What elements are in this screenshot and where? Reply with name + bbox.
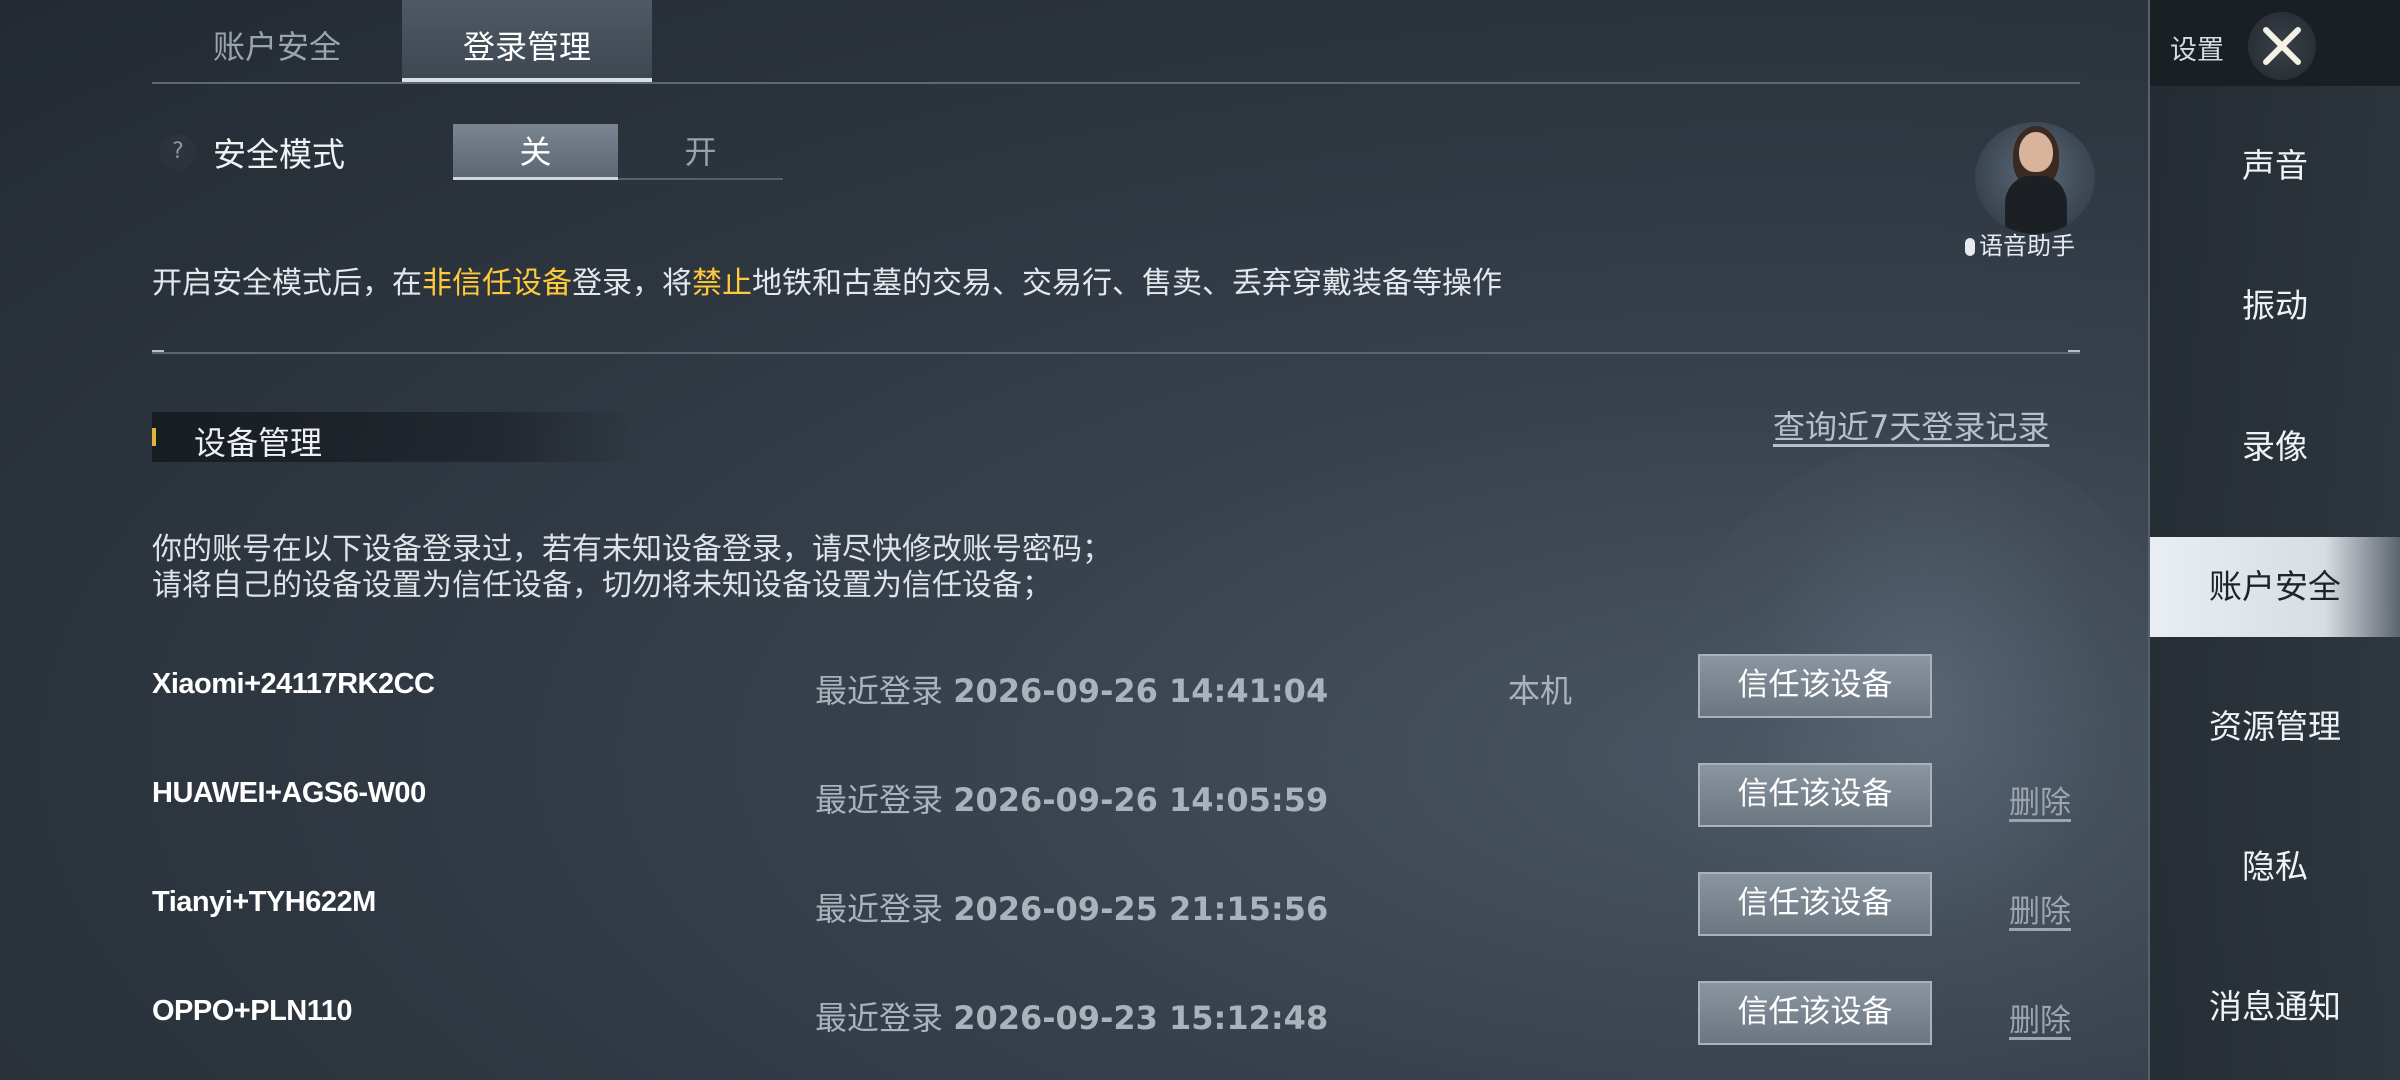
safe-desc-highlight-forbidden: 禁止 bbox=[692, 266, 752, 301]
last-login-label: 最近登录 bbox=[815, 672, 944, 710]
device-management-header: 设备管理 bbox=[152, 412, 642, 462]
avatar-head bbox=[2019, 132, 2053, 172]
sidebar-item-privacy[interactable]: 隐私 bbox=[2150, 817, 2400, 917]
device-row: Tianyi+TYH622M 最近登录 2026-09-25 21:15:56 … bbox=[0, 872, 2100, 942]
query-login-records-link[interactable]: 查询近7天登录记录 bbox=[1773, 402, 2049, 448]
divider-left-cap bbox=[152, 350, 164, 352]
device-name: Tianyi+TYH622M bbox=[152, 886, 376, 918]
device-management-title: 设备管理 bbox=[194, 424, 323, 462]
safe-desc-part3: 地铁和古墓的交易、交易行、售卖、丢弃穿戴装备等操作 bbox=[752, 266, 1502, 301]
voice-assistant-text: 语音助手 bbox=[1979, 232, 2075, 260]
close-button[interactable] bbox=[2248, 12, 2316, 80]
trust-device-button[interactable]: 信任该设备 bbox=[1698, 872, 1932, 936]
header-accent-bar bbox=[152, 428, 156, 446]
safe-desc-part1: 开启安全模式后，在 bbox=[152, 266, 422, 301]
delete-device-link[interactable]: 删除 bbox=[2009, 777, 2071, 822]
delete-device-link[interactable]: 删除 bbox=[2009, 886, 2071, 931]
last-login-label: 最近登录 bbox=[815, 781, 944, 819]
settings-screen: 账户安全 登录管理 ? 安全模式 关 开 开启安全模式后，在非信任设备登录，将禁… bbox=[0, 0, 2400, 1080]
settings-title: 设置 bbox=[2170, 35, 2224, 66]
device-last-login: 最近登录 2026-09-23 15:12:48 bbox=[815, 993, 1328, 1039]
top-tabs: 账户安全 登录管理 bbox=[152, 0, 2080, 84]
device-name: Xiaomi+24117RK2CC bbox=[152, 668, 435, 700]
device-row: Xiaomi+24117RK2CC 最近登录 2026-09-26 14:41:… bbox=[0, 654, 2100, 724]
last-login-time: 2026-09-26 14:05:59 bbox=[953, 781, 1329, 819]
sidebar-item-resource-management[interactable]: 资源管理 bbox=[2150, 677, 2400, 777]
safe-desc-part2: 登录，将 bbox=[572, 266, 692, 301]
device-row: OPPO+PLN110 最近登录 2026-09-23 15:12:48 信任该… bbox=[0, 981, 2100, 1051]
last-login-label: 最近登录 bbox=[815, 999, 944, 1037]
voice-assistant-avatar bbox=[1975, 122, 2095, 234]
this-device-label: 本机 bbox=[1508, 672, 1573, 710]
divider-right-cap bbox=[2068, 350, 2080, 352]
tab-account-security[interactable]: 账户安全 bbox=[152, 0, 402, 82]
safe-mode-label: 安全模式 bbox=[213, 135, 345, 174]
device-last-login: 最近登录 2026-09-26 14:41:04 bbox=[815, 666, 1328, 712]
section-divider bbox=[152, 352, 2080, 354]
trust-device-button[interactable]: 信任该设备 bbox=[1698, 763, 1932, 827]
device-last-login: 最近登录 2026-09-26 14:05:59 bbox=[815, 775, 1328, 821]
sidebar-item-notifications[interactable]: 消息通知 bbox=[2150, 957, 2400, 1057]
trust-device-button[interactable]: 信任该设备 bbox=[1698, 981, 1932, 1045]
last-login-label: 最近登录 bbox=[815, 890, 944, 928]
device-row: HUAWEI+AGS6-W00 最近登录 2026-09-26 14:05:59… bbox=[0, 763, 2100, 833]
device-last-login: 最近登录 2026-09-25 21:15:56 bbox=[815, 884, 1328, 930]
device-name: OPPO+PLN110 bbox=[152, 995, 353, 1027]
delete-device-link[interactable]: 删除 bbox=[2009, 995, 2071, 1040]
close-icon bbox=[2263, 27, 2301, 65]
voice-assistant-button[interactable]: 语音助手 bbox=[1965, 122, 2095, 260]
microphone-icon bbox=[1965, 238, 1975, 256]
last-login-time: 2026-09-25 21:15:56 bbox=[953, 890, 1329, 928]
safe-desc-highlight-untrusted: 非信任设备 bbox=[422, 266, 572, 301]
sidebar-item-vibration[interactable]: 振动 bbox=[2150, 256, 2400, 356]
safe-mode-off-toggle[interactable]: 关 bbox=[453, 124, 618, 180]
help-icon[interactable]: ? bbox=[160, 134, 196, 170]
sidebar-item-account-security[interactable]: 账户安全 bbox=[2150, 537, 2400, 637]
safe-mode-description: 开启安全模式后，在非信任设备登录，将禁止地铁和古墓的交易、交易行、售卖、丢弃穿戴… bbox=[152, 258, 1502, 302]
device-info-line-2: 请将自己的设备设置为信任设备，切勿将未知设备设置为信任设备； bbox=[152, 568, 1052, 603]
trust-device-button[interactable]: 信任该设备 bbox=[1698, 654, 1932, 718]
safe-mode-on-toggle[interactable]: 开 bbox=[618, 124, 783, 180]
last-login-time: 2026-09-23 15:12:48 bbox=[953, 999, 1329, 1037]
sidebar-item-recording[interactable]: 录像 bbox=[2150, 397, 2400, 497]
device-name: HUAWEI+AGS6-W00 bbox=[152, 777, 426, 809]
sidebar-header: 设置 bbox=[2150, 0, 2400, 86]
tab-login-management[interactable]: 登录管理 bbox=[402, 0, 652, 82]
sidebar-item-sound[interactable]: 声音 bbox=[2150, 116, 2400, 216]
settings-sidebar: 设置 声音 振动 录像 账户安全 资源管理 隐私 消息通知 bbox=[2148, 0, 2400, 1080]
voice-assistant-label: 语音助手 bbox=[1965, 226, 2075, 261]
last-login-time: 2026-09-26 14:41:04 bbox=[953, 672, 1329, 710]
